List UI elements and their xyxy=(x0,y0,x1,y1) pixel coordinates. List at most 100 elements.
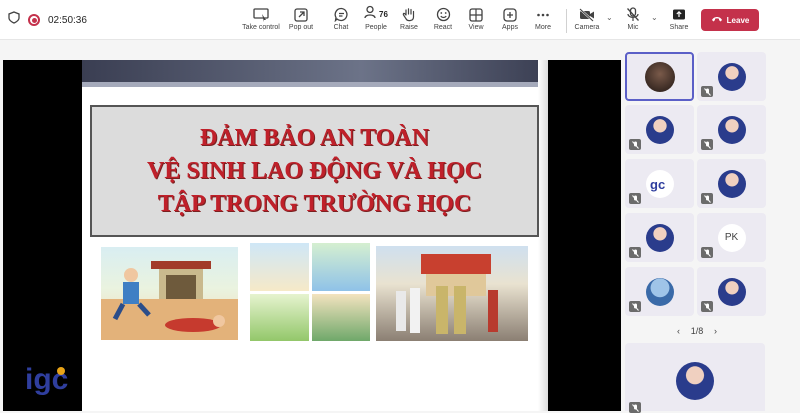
slide-edge-shadow xyxy=(538,60,548,411)
shield-icon xyxy=(8,11,20,29)
mic-muted-icon xyxy=(629,301,641,312)
participant-video-avatar xyxy=(644,61,675,92)
people-count: 76 xyxy=(379,10,388,19)
phone-hangup-icon xyxy=(711,15,723,25)
collage-image-3 xyxy=(250,293,309,341)
mic-muted-icon xyxy=(629,139,641,150)
svg-text:gc: gc xyxy=(650,177,665,192)
chat-button[interactable]: Chat xyxy=(322,7,360,35)
participant-logo-avatar: gc xyxy=(645,169,674,198)
more-label: More xyxy=(535,24,551,31)
raise-hand-icon xyxy=(402,7,416,22)
participant-tile[interactable] xyxy=(697,159,766,208)
recording-icon xyxy=(28,14,40,26)
participant-avatar xyxy=(717,62,746,91)
raise-hand-button[interactable]: Raise xyxy=(390,7,428,35)
slide-title-line-1: ĐẢM BẢO AN TOÀN xyxy=(199,124,430,151)
leave-button[interactable]: Leave xyxy=(701,9,759,31)
chat-icon xyxy=(334,7,349,22)
cartoon-accident-illustration xyxy=(101,247,238,340)
pop-out-button[interactable]: Pop out xyxy=(282,7,320,35)
traffic-police-photo xyxy=(376,246,528,341)
mic-off-icon xyxy=(626,7,640,22)
share-label: Share xyxy=(669,24,689,31)
participant-tile-self[interactable] xyxy=(625,52,694,101)
gallery-page-indicator: 1/8 xyxy=(690,326,704,336)
mic-muted-icon xyxy=(701,247,713,258)
smiley-icon xyxy=(436,7,451,22)
share-button[interactable]: Share xyxy=(660,7,698,35)
shared-screen-stage: ĐẢM BẢO AN TOÀN VỆ SINH LAO ĐỘNG VÀ HỌC … xyxy=(3,60,621,411)
participant-avatar xyxy=(676,362,714,400)
collage-image-4 xyxy=(311,293,370,341)
grid-view-icon xyxy=(469,7,483,22)
participant-tile[interactable]: PK xyxy=(697,213,766,262)
slide-title-box: ĐẢM BẢO AN TOÀN VỆ SINH LAO ĐỘNG VÀ HỌC … xyxy=(90,105,539,237)
slide-header-stripe xyxy=(82,82,548,87)
mic-muted-icon xyxy=(701,301,713,312)
participant-tile[interactable] xyxy=(625,213,694,262)
participant-tile[interactable] xyxy=(697,52,766,101)
participant-tile[interactable] xyxy=(697,267,766,316)
participant-tile[interactable] xyxy=(697,105,766,154)
camera-options-chevron-icon[interactable]: ⌄ xyxy=(606,13,613,22)
participant-avatar xyxy=(717,115,746,144)
chat-label: Chat xyxy=(333,24,349,31)
view-label: View xyxy=(468,24,484,31)
chevron-right-icon[interactable]: › xyxy=(714,326,717,336)
pop-out-label: Pop out xyxy=(288,24,314,31)
more-icon xyxy=(536,7,550,22)
mic-muted-icon xyxy=(629,193,641,204)
participant-initials-avatar: PK xyxy=(717,223,746,252)
participant-avatar xyxy=(645,115,674,144)
toolbar-divider xyxy=(566,9,567,33)
slide-header-band xyxy=(82,60,548,82)
gallery-pager: ‹ 1/8 › xyxy=(677,324,717,338)
participant-avatar xyxy=(717,169,746,198)
collage-image-1 xyxy=(250,243,309,291)
participant-tile-large[interactable] xyxy=(625,343,765,413)
participant-avatar xyxy=(645,223,674,252)
mic-muted-icon xyxy=(701,86,713,97)
share-screen-icon xyxy=(672,7,686,22)
mic-options-chevron-icon[interactable]: ⌄ xyxy=(651,13,658,22)
participant-tile[interactable] xyxy=(625,105,694,154)
raise-hand-label: Raise xyxy=(400,24,418,31)
people-icon xyxy=(364,5,378,24)
camera-button[interactable]: Camera xyxy=(568,7,606,35)
igc-logo: igc xyxy=(25,357,87,397)
meeting-timer: 02:50:36 xyxy=(48,14,87,26)
participant-avatar xyxy=(645,277,674,306)
take-control-button[interactable]: Take control xyxy=(241,7,281,35)
pop-out-icon xyxy=(294,7,308,22)
presentation-slide: ĐẢM BẢO AN TOÀN VỆ SINH LAO ĐỘNG VÀ HỌC … xyxy=(82,60,548,411)
camera-label: Camera xyxy=(574,24,600,31)
view-button[interactable]: View xyxy=(457,7,495,35)
mic-button[interactable]: Mic xyxy=(614,7,652,35)
plus-box-icon xyxy=(503,7,517,22)
react-label: React xyxy=(433,24,453,31)
people-icon-group: 76 xyxy=(364,5,388,24)
participant-avatar xyxy=(717,277,746,306)
slide-title-line-2: VỆ SINH LAO ĐỘNG VÀ HỌC xyxy=(147,157,482,184)
meeting-status: 02:50:36 xyxy=(8,11,87,29)
take-control-icon xyxy=(253,7,269,22)
leave-label: Leave xyxy=(726,15,750,25)
mic-muted-icon xyxy=(629,402,641,413)
collage-image-2 xyxy=(311,243,370,291)
mic-label: Mic xyxy=(627,24,639,31)
mic-muted-icon xyxy=(701,193,713,204)
slide-title-line-3: TẬP TRONG TRƯỜNG HỌC xyxy=(157,190,472,217)
mic-muted-icon xyxy=(701,139,713,150)
participant-tile[interactable] xyxy=(625,267,694,316)
chevron-left-icon[interactable]: ‹ xyxy=(677,326,680,336)
participant-tile[interactable]: gc xyxy=(625,159,694,208)
meeting-toolbar: 02:50:36 Take control Pop out Chat 76 Pe… xyxy=(0,0,800,40)
students-activity-collage xyxy=(250,243,370,341)
mic-muted-icon xyxy=(629,247,641,258)
camera-off-icon xyxy=(579,7,595,22)
more-button[interactable]: More xyxy=(524,7,562,35)
take-control-label: Take control xyxy=(242,24,280,31)
people-label: People xyxy=(365,24,387,31)
apps-label: Apps xyxy=(502,24,518,31)
